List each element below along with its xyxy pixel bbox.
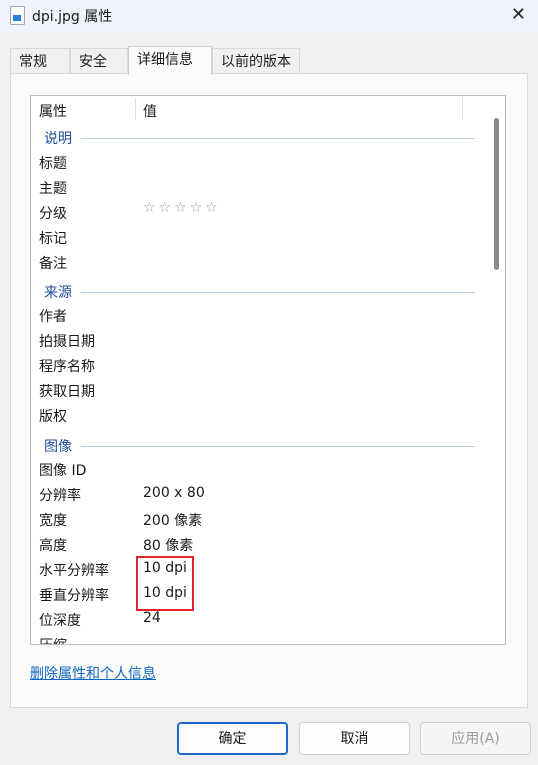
table-row[interactable]: 水平分辨率 10 dpi	[31, 557, 491, 582]
image-file-icon	[10, 6, 25, 25]
table-row[interactable]: 版权	[31, 403, 491, 428]
table-row[interactable]: 宽度 200 像素	[31, 507, 491, 532]
property-value[interactable]: 200 像素	[143, 510, 202, 530]
property-name: 位深度	[39, 613, 81, 629]
property-value[interactable]: 24	[143, 610, 161, 626]
vertical-scrollbar[interactable]	[489, 96, 505, 644]
table-row[interactable]: 分级 ☆☆☆☆☆	[31, 200, 491, 225]
table-row[interactable]: 程序名称	[31, 353, 491, 378]
window-title: dpi.jpg 属性	[32, 9, 113, 25]
properties-list[interactable]: 属性 值 说明 标题 主题 分级 ☆☆☆☆☆ 标记 备注 来源 作者 拍摄日期	[30, 95, 506, 645]
property-name: 水平分辨率	[39, 563, 109, 579]
table-row[interactable]: 标记	[31, 225, 491, 250]
table-row[interactable]: 拍摄日期	[31, 328, 491, 353]
property-name: 获取日期	[39, 384, 95, 400]
scrollbar-thumb[interactable]	[494, 118, 499, 270]
group-divider	[81, 292, 475, 293]
property-name: 主题	[39, 181, 67, 197]
group-divider	[81, 446, 475, 447]
property-name: 分级	[39, 206, 67, 222]
property-name: 高度	[39, 538, 67, 554]
property-name: 分辨率	[39, 488, 81, 504]
column-divider[interactable]	[135, 98, 136, 120]
group-origin: 来源	[31, 282, 491, 302]
table-row[interactable]: 主题	[31, 175, 491, 200]
property-name: 标记	[39, 231, 67, 247]
table-row[interactable]: 位深度 24	[31, 607, 491, 632]
group-divider	[81, 138, 475, 139]
property-name: 作者	[39, 309, 67, 325]
property-name: 拍摄日期	[39, 334, 95, 350]
title-bar: dpi.jpg 属性 ✕	[0, 0, 538, 32]
group-label: 来源	[44, 282, 76, 302]
property-value[interactable]: 200 x 80	[143, 485, 205, 501]
property-name: 程序名称	[39, 359, 95, 375]
property-name: 图像 ID	[39, 463, 87, 479]
list-header: 属性 值	[31, 96, 491, 122]
table-row[interactable]: 分辨率 200 x 80	[31, 482, 491, 507]
property-name: 备注	[39, 256, 67, 272]
property-name: 版权	[39, 409, 67, 425]
rating-stars[interactable]: ☆☆☆☆☆	[143, 200, 221, 216]
property-name: 标题	[39, 156, 67, 172]
property-name: 压缩	[39, 635, 67, 644]
property-value[interactable]: 80 像素	[143, 535, 193, 555]
column-divider[interactable]	[462, 98, 463, 120]
highlight-box	[136, 556, 194, 611]
apply-button[interactable]: 应用(A)	[420, 722, 531, 755]
table-row[interactable]: 压缩	[31, 632, 491, 644]
group-image: 图像	[31, 436, 491, 456]
close-icon[interactable]: ✕	[511, 4, 526, 25]
property-name: 垂直分辨率	[39, 588, 109, 604]
column-header-property[interactable]: 属性	[39, 101, 67, 121]
cancel-button[interactable]: 取消	[299, 722, 410, 755]
group-label: 图像	[44, 436, 76, 456]
table-row[interactable]: 图像 ID	[31, 457, 491, 482]
tab-general[interactable]: 常规	[10, 48, 70, 74]
table-row[interactable]: 备注	[31, 250, 491, 275]
tab-security[interactable]: 安全	[70, 48, 128, 74]
group-description: 说明	[31, 128, 491, 148]
table-row[interactable]: 标题	[31, 150, 491, 175]
ok-button[interactable]: 确定	[177, 722, 288, 755]
table-row[interactable]: 获取日期	[31, 378, 491, 403]
property-name: 宽度	[39, 513, 67, 529]
tab-details[interactable]: 详细信息	[128, 46, 212, 75]
table-row[interactable]: 高度 80 像素	[31, 532, 491, 557]
group-label: 说明	[44, 128, 76, 148]
table-row[interactable]: 作者	[31, 303, 491, 328]
column-header-value[interactable]: 值	[143, 101, 157, 121]
tab-previous-versions[interactable]: 以前的版本	[212, 48, 300, 74]
remove-properties-link[interactable]: 删除属性和个人信息	[30, 663, 156, 683]
table-row[interactable]: 垂直分辨率 10 dpi	[31, 582, 491, 607]
